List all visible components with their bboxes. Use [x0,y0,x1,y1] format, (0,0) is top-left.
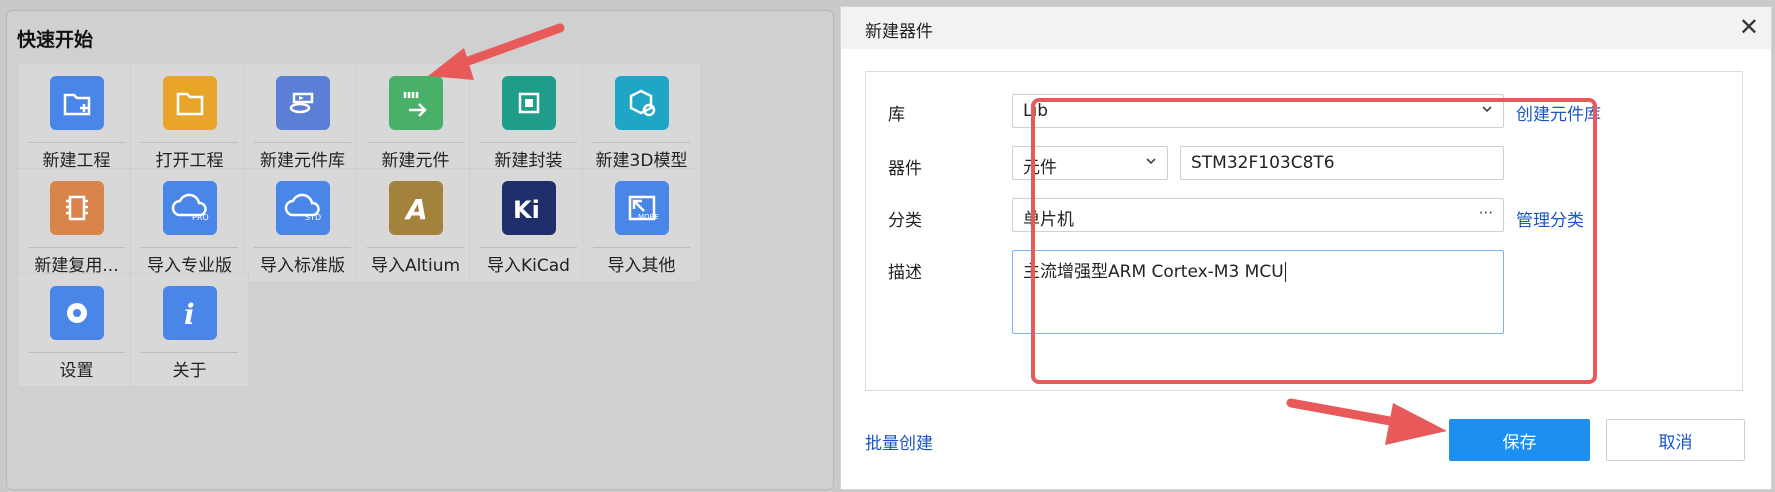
library-label: 库 [888,105,905,125]
tile-label: 关于 [172,361,207,381]
tile-divider [141,142,238,143]
quick-start-tile[interactable]: i 关于 [130,273,249,387]
svg-text:STD: STD [305,213,321,222]
new-device-dialog: 新建器件 ✕ 库 Lib 创建元件库 器件 元件 STM32F103C8T6 分… [840,6,1772,490]
tile-divider [28,247,125,248]
quick-start-tile[interactable]: Ki 导入KiCad [469,168,588,282]
quick-start-title: 快速开始 [17,29,94,51]
quick-start-tile[interactable]: MORE 导入其他 [582,168,701,282]
quick-start-tile[interactable]: 新建3D模型 [582,63,701,177]
tile-divider [480,142,577,143]
tile-divider [254,247,351,248]
tile-divider [254,142,351,143]
svg-text:PRO: PRO [192,213,209,222]
tile-divider [28,142,125,143]
import-more-icon: MORE [615,181,669,235]
tile-divider [480,247,577,248]
description-label: 描述 [888,263,922,283]
annotation-highlight-box [1031,98,1597,384]
tile-divider [367,247,464,248]
tile-label: 导入其他 [607,256,676,276]
about-info-icon: i [163,286,217,340]
quick-start-tile[interactable]: PRO 导入专业版 [130,168,249,282]
tile-label: 导入KiCad [487,256,570,276]
category-label: 分类 [888,211,922,231]
annotation-arrow-icon [428,23,565,80]
tile-label: 设置 [59,361,94,381]
save-button[interactable]: 保存 [1449,419,1590,461]
tile-divider [28,352,125,353]
tile-divider [593,142,690,143]
cancel-button[interactable]: 取消 [1606,419,1745,461]
open-folder-icon [163,76,217,130]
svg-text:MORE: MORE [638,213,659,221]
new-reuse-block-icon [50,181,104,235]
tile-label: 导入Altium [370,256,461,276]
svg-text:i: i [184,298,195,330]
settings-gear-icon [50,286,104,340]
quick-start-tile[interactable]: 新建复用... [17,168,136,282]
quick-start-tile[interactable]: A 导入Altium [356,168,475,282]
quick-start-tile[interactable]: STD 导入标准版 [243,168,362,282]
dialog-form: 库 Lib 创建元件库 器件 元件 STM32F103C8T6 分类 单片机 ·… [865,71,1743,391]
tile-divider [141,247,238,248]
import-altium-icon: A [389,181,443,235]
annotation-arrow-icon [1286,398,1447,445]
new-project-icon [50,76,104,130]
svg-text:Ki: Ki [513,196,540,224]
import-kicad-icon: Ki [502,181,556,235]
tile-divider [141,352,238,353]
import-pro-icon: PRO [163,181,217,235]
dialog-header: 新建器件 ✕ [841,7,1771,49]
batch-create-link[interactable]: 批量创建 [865,429,933,454]
device-label: 器件 [888,159,922,179]
quick-start-tile[interactable]: 新建元件库 [243,63,362,177]
quick-start-tile[interactable]: 打开工程 [130,63,249,177]
new-library-icon [276,76,330,130]
import-std-icon: STD [276,181,330,235]
tile-divider [367,142,464,143]
new-3d-model-icon [615,76,669,130]
close-icon[interactable]: ✕ [1739,13,1759,41]
dialog-title: 新建器件 [865,22,933,42]
tile-divider [593,247,690,248]
tile-label: 导入标准版 [260,256,345,276]
svg-text:A: A [404,193,428,225]
quick-start-tile[interactable]: 新建工程 [17,63,136,177]
quick-start-tile[interactable]: 设置 [17,273,136,387]
